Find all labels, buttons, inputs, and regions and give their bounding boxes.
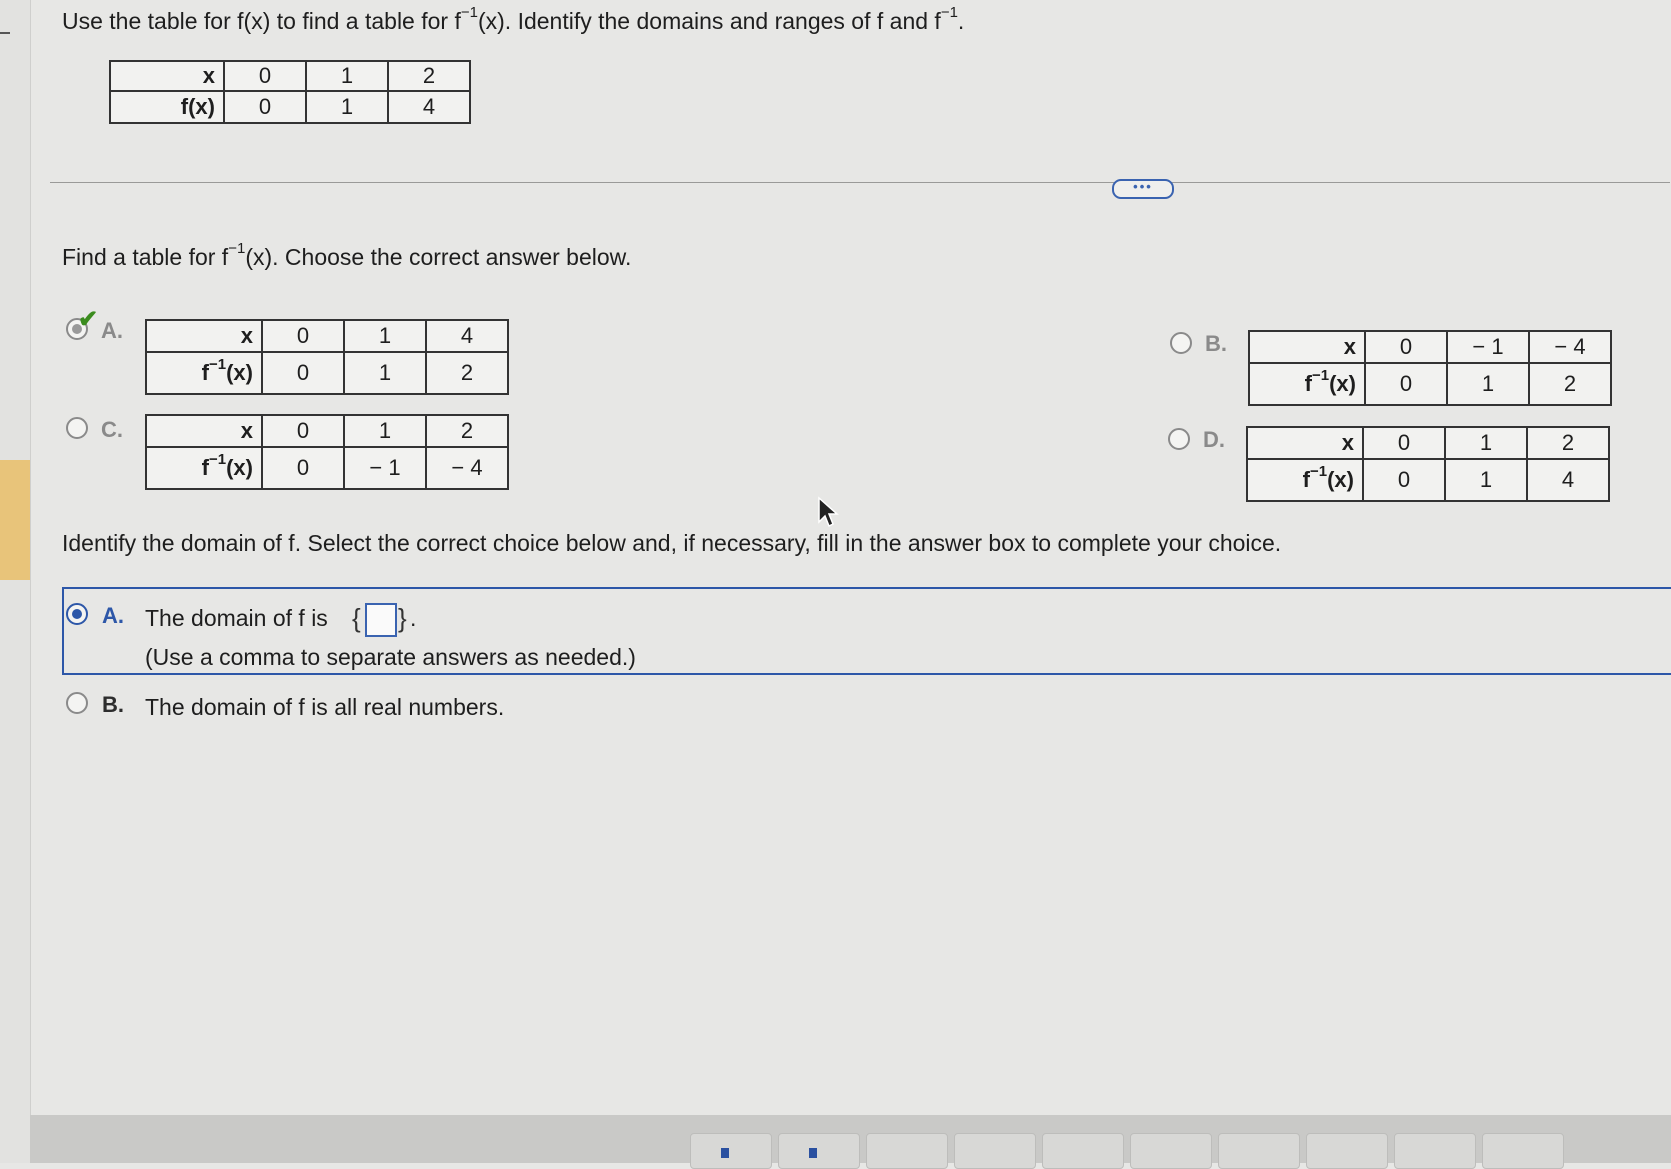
inverse-label: f−1(x) <box>145 351 263 395</box>
table-cell: 1 <box>1444 426 1528 460</box>
toolbar-button[interactable] <box>778 1133 860 1169</box>
inverse-label: f−1(x) <box>1246 458 1364 502</box>
table-cell: x <box>109 60 225 92</box>
table-cell: 2 <box>1528 362 1612 406</box>
table-cell: − 4 <box>425 446 509 490</box>
question-text: Use the table for f(x) to find a table f… <box>62 4 965 34</box>
given-table: x 0 1 2 f(x) 0 1 4 <box>109 60 471 124</box>
domain-option-a-hint: (Use a comma to separate answers as need… <box>145 644 636 670</box>
table-cell: 4 <box>425 319 509 353</box>
option-a-label: A. <box>101 318 123 343</box>
toolbar-button[interactable] <box>1306 1133 1388 1169</box>
option-d-radio[interactable] <box>1168 428 1190 450</box>
table-cell: 1 <box>1446 362 1530 406</box>
table-cell: 0 <box>1364 330 1448 364</box>
table-cell: − 1 <box>1446 330 1530 364</box>
table-cell: − 1 <box>343 446 427 490</box>
domain-option-b-radio[interactable] <box>66 692 88 714</box>
collapse-icon[interactable] <box>0 32 10 34</box>
open-brace: { <box>352 603 361 633</box>
table-cell: 0 <box>261 351 345 395</box>
sidebar-accent <box>0 460 30 580</box>
option-c-label: C. <box>101 417 123 442</box>
part2-prompt: Identify the domain of f. Select the cor… <box>62 530 1282 556</box>
expand-dots-button[interactable]: ••• <box>1112 179 1174 199</box>
domain-option-a-text: The domain of f is <box>145 605 328 631</box>
option-c-radio[interactable] <box>66 417 88 439</box>
section-divider <box>50 182 1670 183</box>
option-d-label: D. <box>1203 427 1225 452</box>
table-cell: 0 <box>1362 426 1446 460</box>
table-cell: − 4 <box>1528 330 1612 364</box>
table-cell: 1 <box>343 319 427 353</box>
table-cell: 0 <box>261 414 345 448</box>
toolbar-button[interactable] <box>954 1133 1036 1169</box>
table-cell: 0 <box>223 60 307 92</box>
table-cell: x <box>1246 426 1364 460</box>
table-cell: 1 <box>343 414 427 448</box>
table-cell: f(x) <box>109 90 225 124</box>
domain-option-a-radio[interactable] <box>66 603 88 625</box>
table-cell: 2 <box>387 60 471 92</box>
toolbar-button[interactable] <box>1394 1133 1476 1169</box>
table-cell: 2 <box>425 351 509 395</box>
table-cell: 2 <box>1526 426 1610 460</box>
table-cell: x <box>1248 330 1366 364</box>
domain-option-b-label: B. <box>102 692 124 717</box>
part1-prompt: Find a table for f−1(x). Choose the corr… <box>62 240 632 270</box>
table-cell: 0 <box>261 319 345 353</box>
table-cell: 0 <box>1362 458 1446 502</box>
toolbar-button[interactable] <box>1042 1133 1124 1169</box>
table-cell: 4 <box>387 90 471 124</box>
domain-option-b-text: The domain of f is all real numbers. <box>145 694 505 720</box>
option-b-label: B. <box>1205 331 1227 356</box>
inverse-label: f−1(x) <box>1248 362 1366 406</box>
toolbar-button[interactable] <box>866 1133 948 1169</box>
inverse-label: f−1(x) <box>145 446 263 490</box>
option-b-radio[interactable] <box>1170 332 1192 354</box>
table-cell: 1 <box>1444 458 1528 502</box>
toolbar-button[interactable] <box>1218 1133 1300 1169</box>
option-b-table: x 0 − 1 − 4 f−1(x) 0 1 2 <box>1248 330 1612 406</box>
correct-check-icon: ✔ <box>78 306 99 333</box>
table-cell: 1 <box>305 60 389 92</box>
toolbar-button[interactable] <box>1482 1133 1564 1169</box>
bottom-toolbar <box>30 1115 1671 1169</box>
option-c-table: x 0 1 2 f−1(x) 0 − 1 − 4 <box>145 414 509 490</box>
table-cell: 0 <box>223 90 307 124</box>
table-cell: 1 <box>343 351 427 395</box>
table-cell: 1 <box>305 90 389 124</box>
toolbar-button[interactable] <box>1130 1133 1212 1169</box>
option-d-table: x 0 1 2 f−1(x) 0 1 4 <box>1246 426 1610 502</box>
close-brace: } <box>398 603 407 633</box>
table-cell: x <box>145 319 263 353</box>
left-sidebar <box>0 0 31 1163</box>
domain-answer-input[interactable] <box>365 603 397 637</box>
option-a-table: x 0 1 4 f−1(x) 0 1 2 <box>145 319 509 395</box>
mouse-cursor-icon <box>818 496 839 528</box>
toolbar-button[interactable] <box>690 1133 772 1169</box>
period: . <box>410 605 417 631</box>
table-cell: x <box>145 414 263 448</box>
table-cell: 2 <box>425 414 509 448</box>
table-cell: 0 <box>1364 362 1448 406</box>
table-cell: 4 <box>1526 458 1610 502</box>
domain-option-a-label: A. <box>102 603 124 628</box>
table-cell: 0 <box>261 446 345 490</box>
